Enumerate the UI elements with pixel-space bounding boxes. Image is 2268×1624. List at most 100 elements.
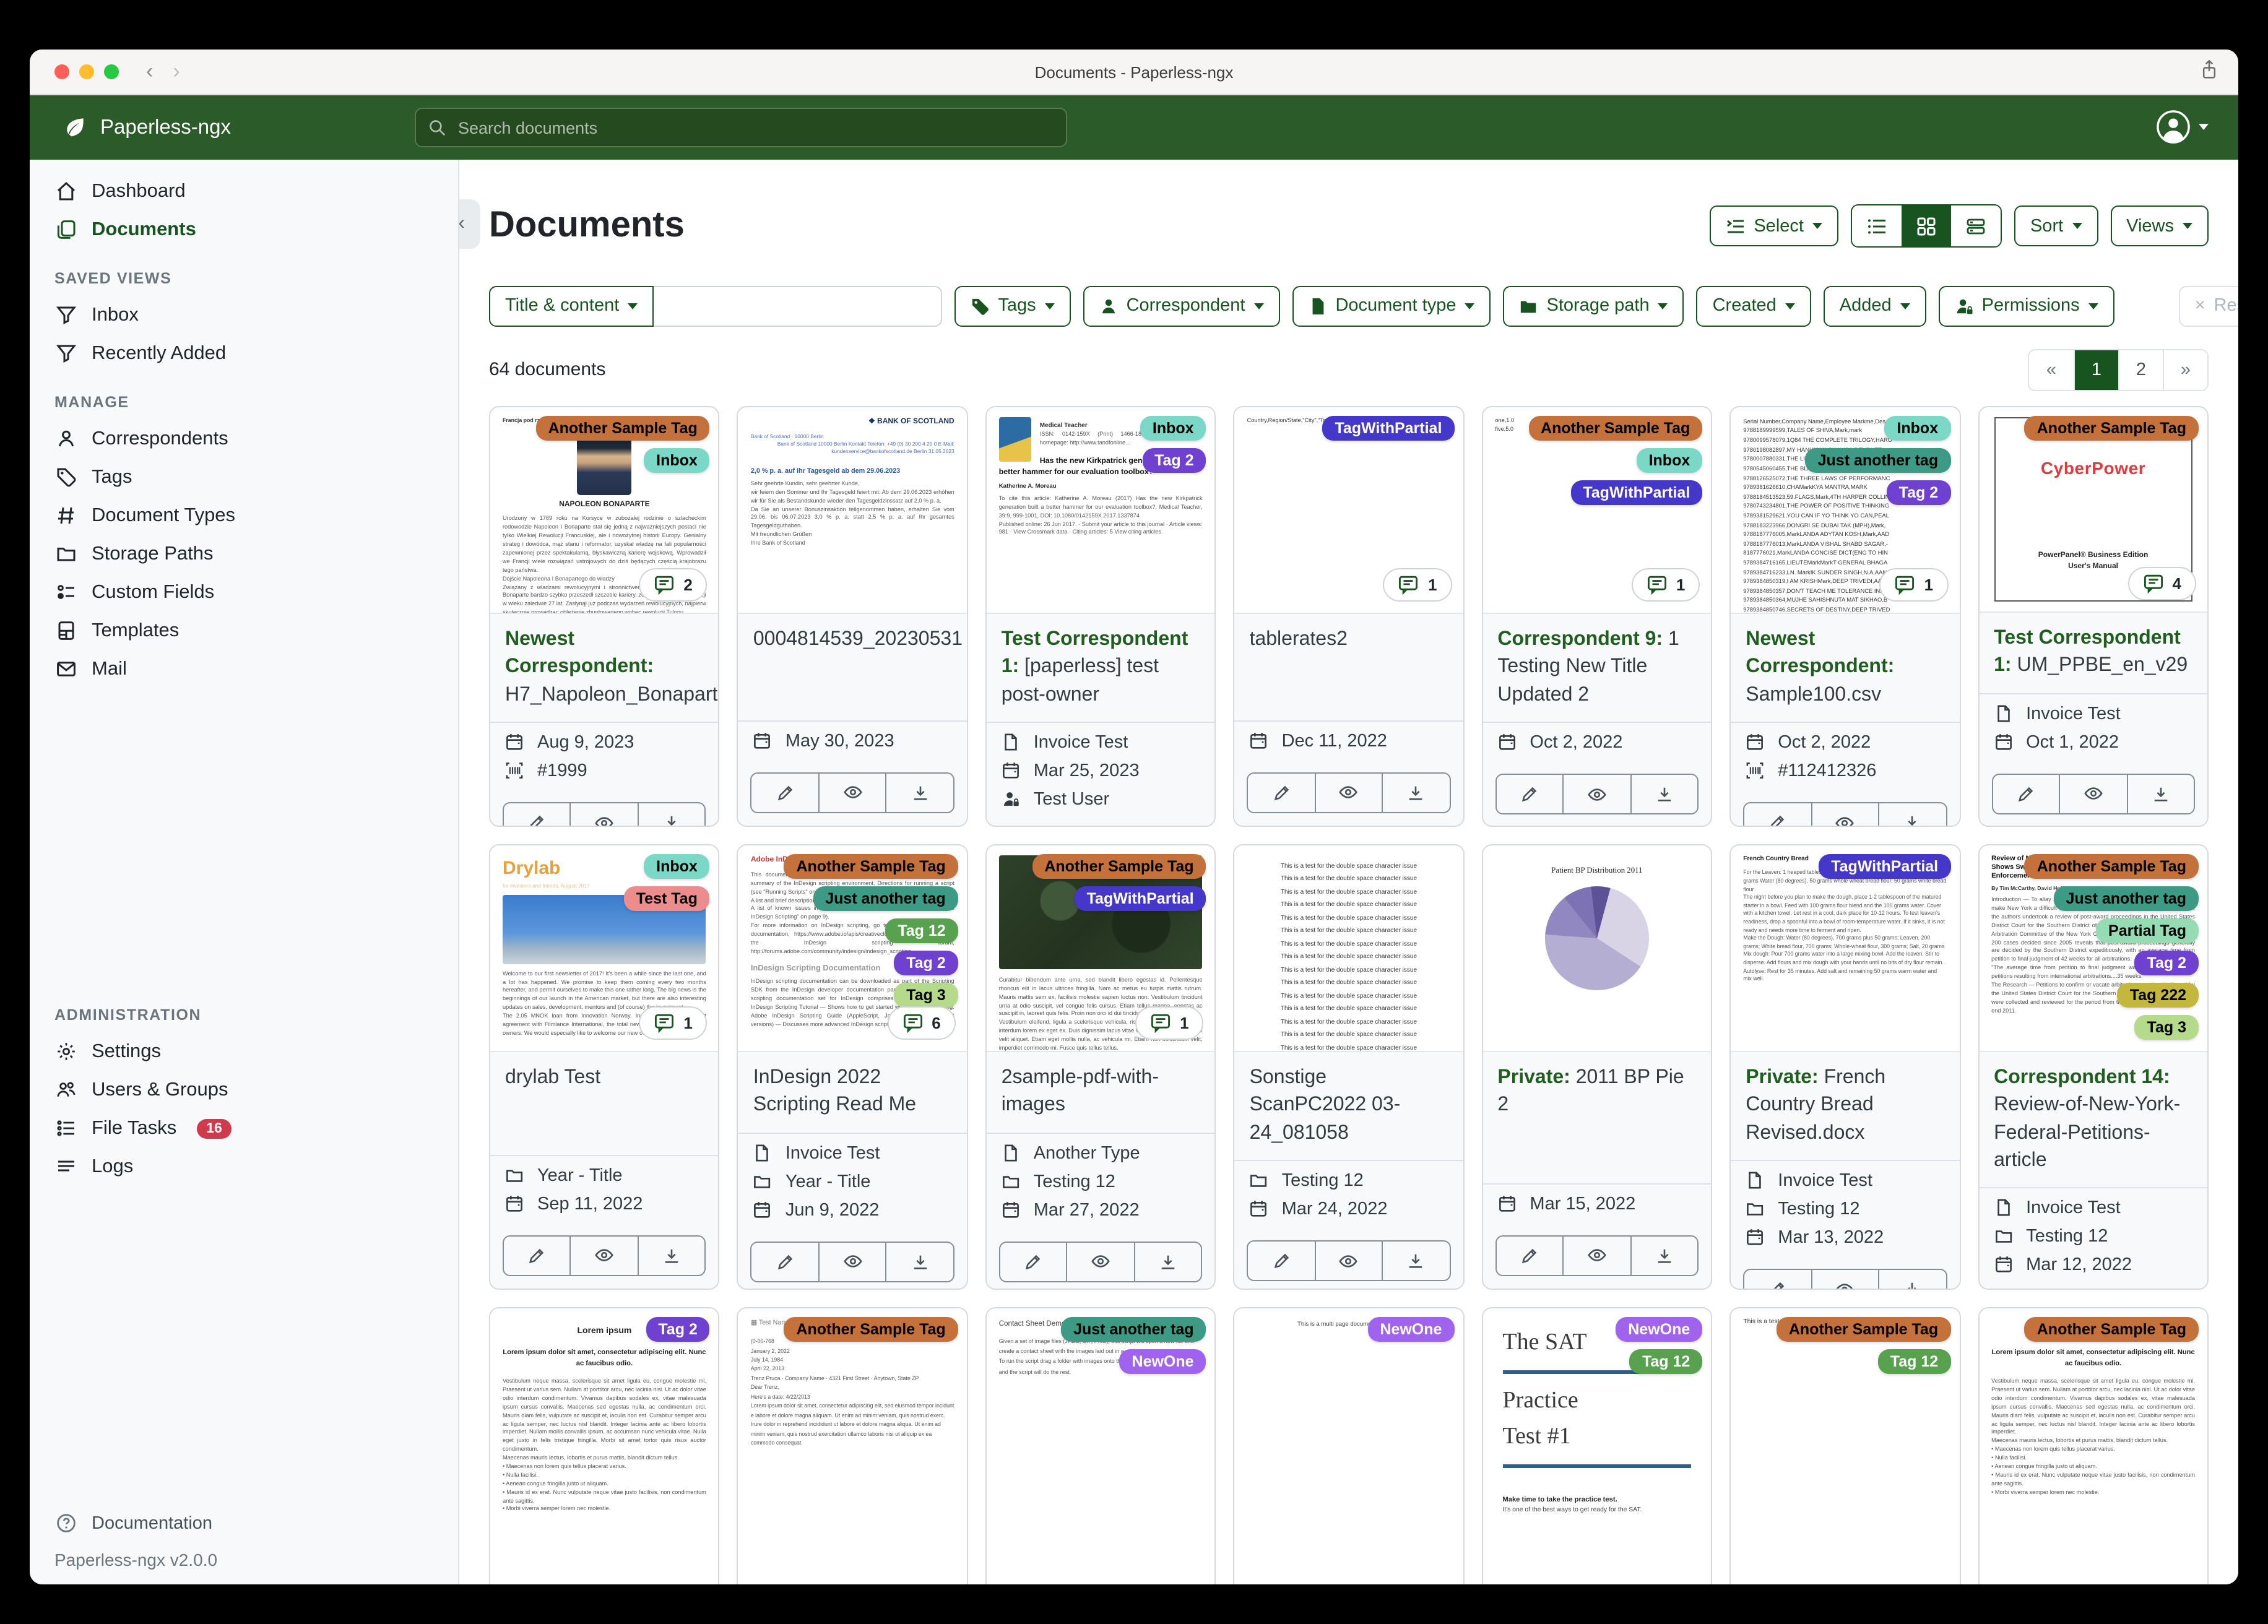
tag-pill[interactable]: Just another tag — [1061, 1316, 1206, 1342]
global-search[interactable] — [415, 108, 1067, 147]
search-input[interactable] — [456, 117, 1054, 138]
tag-pill[interactable]: TagWithPartial — [1074, 886, 1206, 911]
document-title[interactable]: Sonstige ScanPC2022 03-24_081058 — [1235, 1052, 1463, 1160]
download-button[interactable] — [638, 802, 706, 826]
tag-pill[interactable]: Tag 3 — [2134, 1014, 2199, 1040]
tag-pill[interactable]: Tag 2 — [646, 1316, 710, 1342]
document-type-filter-button[interactable]: Document type — [1292, 285, 1491, 327]
tag-pill[interactable]: Just another tag — [2053, 886, 2199, 911]
reset-filters-button[interactable]: × Reset filters — [2178, 285, 2238, 327]
edit-button[interactable] — [503, 802, 571, 826]
document-card[interactable]: This is a test for the double space char… — [1233, 844, 1465, 1290]
download-button[interactable] — [1383, 1240, 1451, 1282]
document-thumbnail[interactable]: This is a multi page document. Page 1. N… — [1234, 1308, 1463, 1584]
tag-pill[interactable]: TagWithPartial — [1819, 853, 1951, 879]
document-thumbnail[interactable]: Curabitur bibendum ante urna, sed blandi… — [986, 845, 1215, 1052]
document-title[interactable]: Correspondent 14: Review-of-New-York-Fed… — [1979, 1052, 2207, 1188]
sidebar-collapse-button[interactable]: « — [459, 199, 480, 249]
tag-pill[interactable]: Partial Tag — [2096, 918, 2199, 943]
edit-button[interactable] — [750, 772, 820, 813]
select-button[interactable]: Select — [1709, 205, 1838, 247]
document-title[interactable]: Test Correspondent 1: [paperless] test p… — [987, 614, 1215, 722]
document-thumbnail[interactable]: Review of New York Federal Petitions of … — [1979, 845, 2207, 1052]
tag-pill[interactable]: Just another tag — [813, 886, 958, 911]
view-button[interactable] — [1812, 802, 1880, 826]
tag-pill[interactable]: Another Sample Tag — [2024, 853, 2199, 879]
sidebar-item-users-groups[interactable]: Users & Groups — [30, 1071, 458, 1109]
tag-pill[interactable]: Tag 12 — [1629, 1349, 1703, 1374]
sidebar-item-logs[interactable]: Logs — [30, 1147, 458, 1186]
storage-path-filter-button[interactable]: Storage path — [1503, 285, 1684, 327]
pagination-page-2[interactable]: 2 — [2118, 350, 2163, 390]
document-card[interactable]: ▦ Test Name (0-00-768 January 2, 2022 July … — [737, 1307, 968, 1584]
document-card[interactable]: French Country Bread For the Leaven: 1 he… — [1729, 844, 1961, 1290]
views-button[interactable]: Views — [2110, 205, 2209, 247]
document-title[interactable]: Private: 2011 BP Pie 2 — [1482, 1052, 1711, 1183]
document-card[interactable]: The SAT Practice Test #1 Make time to take … — [1481, 1307, 1713, 1584]
sidebar-item-settings[interactable]: Settings — [30, 1032, 458, 1071]
document-card[interactable]: Serial Number,Company Name,Employee Mark… — [1729, 405, 1961, 827]
sidebar-item-documentation[interactable]: Documentation — [30, 1504, 458, 1542]
tag-pill[interactable]: Another Sample Tag — [535, 415, 710, 441]
tag-pill[interactable]: Another Sample Tag — [784, 853, 958, 879]
view-button[interactable] — [819, 772, 887, 813]
tag-pill[interactable]: Tag 3 — [894, 982, 958, 1008]
tag-pill[interactable]: Just another tag — [1805, 447, 1951, 473]
document-thumbnail[interactable]: Lorem ipsumLorem ipsum dolor sit amet, c… — [490, 1308, 719, 1584]
tag-pill[interactable]: Tag 222 — [2117, 982, 2199, 1008]
sidebar-item-dashboard[interactable]: Dashboard — [30, 172, 458, 210]
tag-pill[interactable]: Inbox — [644, 853, 710, 879]
document-thumbnail[interactable]: Patient BP Distribution 2011 — [1482, 845, 1712, 1052]
download-button[interactable] — [1383, 772, 1451, 813]
document-card[interactable]: Curabitur bibendum ante urna, sed blandi… — [985, 844, 1216, 1290]
document-thumbnail[interactable]: Serial Number,Company Name,Employee Mark… — [1731, 407, 1960, 614]
document-card[interactable]: Lorem ipsumLorem ipsum dolor sit amet, c… — [489, 1307, 720, 1584]
document-title[interactable]: Newest Correspondent: Sample100.csv — [1731, 614, 1959, 722]
document-thumbnail[interactable]: Drylab for investors and friends, August … — [490, 845, 719, 1052]
tags-filter-button[interactable]: Tags — [954, 285, 1071, 327]
document-card[interactable]: This is a multi page document. Page 1. N… — [1233, 1307, 1465, 1584]
document-card[interactable]: Medical Teacher ISSN: 0142-159X (Print) 1… — [985, 405, 1216, 827]
tag-pill[interactable]: Another Sample Tag — [1776, 1316, 1951, 1342]
document-card[interactable]: Review of New York Federal Petitions of … — [1978, 844, 2209, 1290]
document-thumbnail[interactable]: The SAT Practice Test #1 Make time to take … — [1482, 1308, 1712, 1584]
download-button[interactable] — [1879, 1269, 1947, 1289]
document-title[interactable]: Private: French Country Bread Revised.do… — [1731, 1052, 1959, 1160]
document-thumbnail[interactable]: Adobe InDesign 2022 Scripting Read MeThi… — [738, 845, 967, 1052]
edit-button[interactable] — [1495, 774, 1564, 815]
tag-pill[interactable]: Inbox — [1140, 415, 1206, 441]
document-thumbnail[interactable]: CyberPower PowerPanel® Business Edition Us… — [1979, 407, 2207, 613]
document-title[interactable]: tablerates2 — [1235, 614, 1463, 720]
sidebar-item-file-tasks[interactable]: File Tasks 16 — [30, 1109, 458, 1147]
document-card[interactable]: Patient BP Distribution 2011 Private: 20… — [1481, 844, 1713, 1290]
sidebar-item-documents[interactable]: Documents — [30, 210, 458, 249]
document-thumbnail[interactable]: Medical Teacher ISSN: 0142-159X (Print) 1… — [986, 407, 1215, 614]
tag-pill[interactable]: Inbox — [644, 447, 710, 473]
sidebar-item-inbox[interactable]: Inbox — [30, 296, 458, 334]
download-button[interactable] — [1879, 802, 1947, 826]
filter-field-button[interactable]: Title & content — [489, 285, 654, 327]
edit-button[interactable] — [750, 1241, 820, 1282]
document-card[interactable]: ❖ BANK OF SCOTLAND Bank of Scotland · 100… — [737, 405, 968, 827]
document-card[interactable]: Drylab for investors and friends, August … — [489, 844, 720, 1290]
document-title[interactable]: Correspondent 9: 1 Testing New Title Upd… — [1482, 614, 1711, 722]
document-thumbnail[interactable]: Contact Sheet Demo Given a set of image f… — [986, 1308, 1215, 1584]
grid-view-button[interactable] — [1901, 205, 1951, 247]
document-title[interactable]: 0004814539_20230531 — [738, 614, 967, 720]
document-card[interactable]: Francja pod rządami NapoleonaNAPOLEON BO… — [489, 405, 720, 827]
download-button[interactable] — [886, 1241, 954, 1282]
correspondent-filter-button[interactable]: Correspondent — [1083, 285, 1280, 327]
created-filter-button[interactable]: Created — [1696, 285, 1811, 327]
document-title[interactable]: Test Correspondent 1: UM_PPBE_en_v29 — [1979, 613, 2207, 693]
document-thumbnail[interactable]: Lorem ipsumLorem ipsum dolor sit amet, c… — [1979, 1308, 2207, 1584]
view-button[interactable] — [1564, 774, 1632, 815]
download-button[interactable] — [638, 1235, 706, 1276]
view-button[interactable] — [1067, 1241, 1135, 1282]
user-menu[interactable] — [2157, 110, 2209, 144]
download-button[interactable] — [1135, 1241, 1203, 1282]
sidebar-item-document-types[interactable]: Document Types — [30, 496, 458, 535]
tag-pill[interactable]: Tag 2 — [1886, 480, 1951, 505]
tag-pill[interactable]: Another Sample Tag — [784, 1316, 958, 1342]
sidebar-item-templates[interactable]: Templates — [30, 611, 458, 650]
detail-view-button[interactable] — [1950, 205, 2001, 247]
